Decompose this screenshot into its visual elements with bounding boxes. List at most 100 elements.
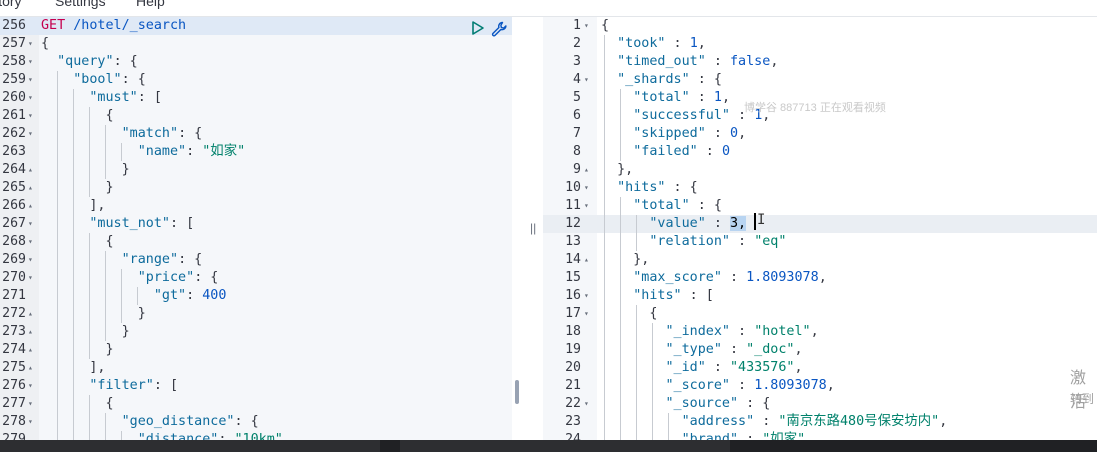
response-line[interactable]: 13 "relation" : "eq": [543, 233, 1097, 251]
play-icon[interactable]: [470, 20, 486, 36]
response-line[interactable]: 3 "timed_out" : false,: [543, 53, 1097, 71]
fold-arrow-icon[interactable]: ▾: [28, 125, 33, 143]
response-line[interactable]: 17 ▾ {: [543, 305, 1097, 323]
request-line[interactable]: 264 ▴ }: [0, 161, 512, 179]
code-token: :: [754, 414, 779, 429]
fold-arrow-icon[interactable]: ▾: [584, 179, 589, 197]
unfold-arrow-icon[interactable]: ▴: [28, 359, 33, 377]
response-line[interactable]: 18 "_index" : "hotel",: [543, 323, 1097, 341]
response-line[interactable]: 19 "_type" : "_doc",: [543, 341, 1097, 359]
fold-arrow-icon[interactable]: ▾: [28, 107, 33, 125]
fold-arrow-icon[interactable]: ▾: [28, 71, 33, 89]
response-line[interactable]: 10 ▾ "hits" : {: [543, 179, 1097, 197]
fold-arrow-icon[interactable]: ▾: [584, 71, 589, 89]
request-line[interactable]: 277 ▾ {: [0, 395, 512, 413]
request-editor[interactable]: 256 GET /hotel/_search 257 ▾{258 ▾ "query": …: [0, 17, 512, 440]
fold-arrow-icon[interactable]: ▾: [584, 17, 589, 35]
request-line[interactable]: 257 ▾ {: [0, 35, 512, 53]
response-line[interactable]: 2 "took" : 1,: [543, 35, 1097, 53]
code-token: {: [601, 18, 610, 33]
fold-arrow-icon[interactable]: ▾: [28, 89, 33, 107]
response-line[interactable]: 22 ▾ "_source" : {: [543, 395, 1097, 413]
response-line[interactable]: 4 ▾ "_shards" : {: [543, 71, 1097, 89]
unfold-arrow-icon[interactable]: ▴: [28, 197, 33, 215]
request-line[interactable]: 273 ▴ }: [0, 323, 512, 341]
unfold-arrow-icon[interactable]: ▴: [28, 305, 33, 323]
request-line[interactable]: 268 ▾ {: [0, 233, 512, 251]
request-line[interactable]: 260 ▾ "must": [: [0, 89, 512, 107]
response-line[interactable]: 15 "max_score" : 1.8093078,: [543, 269, 1097, 287]
menu-help[interactable]: Help: [136, 0, 165, 9]
request-line[interactable]: 275 ▴ ],: [0, 359, 512, 377]
request-line[interactable]: 279 "distance": "10km": [0, 431, 512, 440]
fold-arrow-icon[interactable]: ▾: [28, 251, 33, 269]
request-line[interactable]: 259 ▾ "bool": {: [0, 71, 512, 89]
unfold-arrow-icon[interactable]: ▴: [28, 179, 33, 197]
response-line[interactable]: 9 ▴ },: [543, 161, 1097, 179]
response-line[interactable]: 14 ▴ },: [543, 251, 1097, 269]
response-line[interactable]: 21 "_score" : 1.8093078,: [543, 377, 1097, 395]
request-line[interactable]: 272 ▴ }: [0, 305, 512, 323]
fold-arrow-icon[interactable]: ▾: [584, 305, 589, 323]
unfold-arrow-icon[interactable]: ▴: [28, 161, 33, 179]
response-line[interactable]: 11 ▾ "total" : {: [543, 197, 1097, 215]
request-line[interactable]: 256 GET /hotel/_search: [0, 17, 512, 35]
request-line[interactable]: 269 ▾ "range": {: [0, 251, 512, 269]
split-handle-icon[interactable]: ||: [530, 221, 536, 235]
fold-arrow-icon[interactable]: ▾: [28, 215, 33, 233]
menu-history[interactable]: History: [0, 0, 22, 9]
response-line[interactable]: 16 ▾ "hits" : [: [543, 287, 1097, 305]
code-token: {: [601, 306, 658, 321]
unfold-arrow-icon[interactable]: ▴: [584, 251, 589, 269]
code-token: "max_score": [633, 270, 722, 285]
response-line[interactable]: 12 "value" : 3,: [543, 215, 1097, 233]
request-scrollbar[interactable]: [515, 380, 519, 404]
response-line[interactable]: 8 "failed" : 0: [543, 143, 1097, 161]
request-line[interactable]: 271 "gt": 400: [0, 287, 512, 305]
code-text: "_type" : "_doc",: [601, 341, 803, 359]
code-token: :: [705, 126, 730, 141]
unfold-arrow-icon[interactable]: ▴: [28, 341, 33, 359]
code-text: }: [41, 341, 113, 359]
request-line[interactable]: 267 ▾ "must_not": [: [0, 215, 512, 233]
response-line[interactable]: 20 "_id" : "433576",: [543, 359, 1097, 377]
request-line[interactable]: 261 ▾ {: [0, 107, 512, 125]
fold-arrow-icon[interactable]: ▾: [28, 269, 33, 287]
response-line[interactable]: 23 "address" : "南京东路480号保安坊内",: [543, 413, 1097, 431]
indent-guide: [105, 413, 106, 440]
fold-arrow-icon[interactable]: ▾: [28, 395, 33, 413]
pane-splitter[interactable]: [512, 17, 543, 440]
response-viewer[interactable]: 1 ▾{2 "took" : 1, 3 "timed_out" : false, 4 ▾…: [543, 17, 1097, 440]
request-line[interactable]: 274 ▴ }: [0, 341, 512, 359]
fold-arrow-icon[interactable]: ▾: [28, 53, 33, 71]
request-line[interactable]: 266 ▴ ],: [0, 197, 512, 215]
unfold-arrow-icon[interactable]: ▴: [28, 323, 33, 341]
fold-arrow-icon[interactable]: ▾: [584, 287, 589, 305]
request-line[interactable]: 270 ▾ "price": {: [0, 269, 512, 287]
code-token: {: [41, 36, 50, 51]
request-line[interactable]: 276 ▾ "filter": [: [0, 377, 512, 395]
fold-arrow-icon[interactable]: ▾: [28, 233, 33, 251]
menu-settings[interactable]: Settings: [55, 0, 106, 9]
unfold-arrow-icon[interactable]: ▴: [584, 161, 589, 179]
wrench-icon[interactable]: [490, 20, 508, 38]
fold-arrow-icon[interactable]: ▾: [28, 413, 33, 431]
code-token: : {: [738, 396, 771, 411]
fold-arrow-icon[interactable]: ▾: [28, 35, 33, 53]
response-line[interactable]: 1 ▾ {: [543, 17, 1097, 35]
request-line[interactable]: 262 ▾ "match": {: [0, 125, 512, 143]
request-line[interactable]: 258 ▾ "query": {: [0, 53, 512, 71]
request-line[interactable]: 263 "name": "如家": [0, 143, 512, 161]
response-line[interactable]: 24 "brand" : "如家",: [543, 431, 1097, 440]
request-line[interactable]: 265 ▴ }: [0, 179, 512, 197]
code-token: "query": [57, 54, 114, 69]
request-line[interactable]: 278 ▾ "geo_distance": {: [0, 413, 512, 431]
fold-arrow-icon[interactable]: ▾: [584, 395, 589, 413]
fold-arrow-icon[interactable]: ▾: [584, 197, 589, 215]
fold-arrow-icon[interactable]: ▾: [28, 377, 33, 395]
response-line[interactable]: 7 "skipped" : 0,: [543, 125, 1097, 143]
code-token: {: [41, 396, 114, 411]
